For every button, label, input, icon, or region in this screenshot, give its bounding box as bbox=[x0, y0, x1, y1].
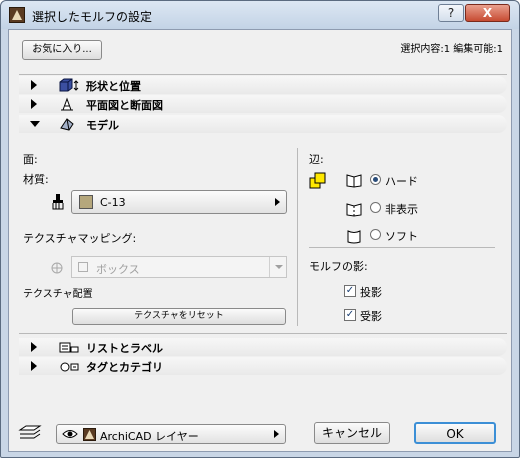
plan-section-icon bbox=[57, 96, 81, 112]
popup-arrow-icon bbox=[274, 430, 279, 438]
hidden-edge-label: 非表示 bbox=[385, 203, 418, 216]
eye-icon bbox=[62, 428, 78, 440]
material-popup[interactable]: C-13 bbox=[71, 190, 287, 214]
section-plan-section[interactable]: 平面図と断面図 bbox=[19, 95, 507, 113]
cast-shadow-label: 投影 bbox=[360, 286, 382, 299]
favorites-button[interactable]: お気に入り... bbox=[22, 40, 102, 60]
divider bbox=[19, 333, 507, 334]
brush-icon bbox=[50, 193, 66, 211]
window-title: 選択したモルフの設定 bbox=[32, 10, 153, 24]
layer-value: ArchiCAD レイヤー bbox=[100, 430, 199, 443]
section-label: モデル bbox=[86, 119, 119, 132]
section-model[interactable]: モデル bbox=[19, 115, 507, 133]
layer-popup[interactable]: ArchiCAD レイヤー bbox=[56, 424, 286, 444]
soft-edge-radio[interactable] bbox=[370, 229, 381, 240]
section-label: 形状と位置 bbox=[86, 80, 141, 93]
collapse-arrow-icon[interactable] bbox=[31, 99, 37, 109]
chevron-down-icon bbox=[269, 257, 286, 277]
material-label: 材質: bbox=[23, 173, 49, 186]
texture-mapping-select[interactable]: ボックス bbox=[71, 256, 287, 278]
divider bbox=[19, 74, 507, 75]
collapse-arrow-icon[interactable] bbox=[31, 342, 37, 352]
close-button[interactable]: X bbox=[465, 4, 510, 22]
material-value: C-13 bbox=[100, 196, 126, 209]
receive-shadow-checkbox[interactable]: ✓ bbox=[344, 309, 356, 321]
soft-edge-icon bbox=[345, 228, 363, 244]
texture-mapping-label: テクスチャマッピング: bbox=[23, 232, 137, 245]
popup-arrow-icon bbox=[275, 198, 280, 206]
texture-placement-label: テクスチャ配置 bbox=[23, 289, 93, 300]
reset-texture-button[interactable]: テクスチャをリセット bbox=[72, 308, 286, 325]
texture-mapping-value: ボックス bbox=[96, 263, 140, 276]
collapse-arrow-icon[interactable] bbox=[31, 80, 37, 90]
cube-arrow-icon bbox=[57, 77, 81, 93]
vertical-divider bbox=[297, 148, 298, 326]
section-label: タグとカテゴリ bbox=[86, 361, 163, 374]
title-bar[interactable]: 選択したモルフの設定 ? X bbox=[1, 1, 519, 29]
box-icon bbox=[78, 262, 88, 272]
soft-edge-label: ソフト bbox=[385, 230, 418, 243]
edge-type-icon bbox=[309, 172, 327, 190]
list-label-icon bbox=[57, 339, 81, 355]
archicad-app-icon bbox=[9, 7, 25, 23]
hard-edge-radio[interactable] bbox=[370, 174, 381, 185]
material-swatch bbox=[79, 195, 93, 209]
hard-edge-icon bbox=[345, 172, 363, 188]
section-tags-categories[interactable]: タグとカテゴリ bbox=[19, 357, 507, 375]
layers-icon bbox=[18, 424, 44, 442]
section-label: リストとラベル bbox=[86, 342, 163, 355]
edges-label: 辺: bbox=[309, 153, 324, 166]
face-label: 面: bbox=[23, 153, 38, 166]
section-label: 平面図と断面図 bbox=[86, 99, 163, 112]
model-shape-icon bbox=[57, 116, 81, 132]
expand-arrow-icon[interactable] bbox=[30, 121, 40, 127]
divider bbox=[309, 247, 495, 248]
receive-shadow-label: 受影 bbox=[360, 310, 382, 323]
selection-info: 選択内容:1 編集可能:1 bbox=[400, 44, 503, 55]
settings-dialog: 選択したモルフの設定 ? X お気に入り... 選択内容:1 編集可能:1 形状… bbox=[0, 0, 520, 458]
dialog-body: お気に入り... 選択内容:1 編集可能:1 形状と位置 平面図と断面図 モデル… bbox=[8, 29, 512, 452]
collapse-arrow-icon[interactable] bbox=[31, 361, 37, 371]
ok-button[interactable]: OK bbox=[414, 422, 496, 444]
archicad-layer-icon bbox=[83, 428, 96, 441]
tag-category-icon bbox=[57, 358, 81, 374]
help-button[interactable]: ? bbox=[438, 4, 464, 22]
section-listing-labeling[interactable]: リストとラベル bbox=[19, 338, 507, 356]
hard-edge-label: ハード bbox=[385, 175, 418, 188]
hidden-edge-icon bbox=[345, 201, 363, 217]
cast-shadow-checkbox[interactable]: ✓ bbox=[344, 285, 356, 297]
hidden-edge-radio[interactable] bbox=[370, 202, 381, 213]
morph-shadow-label: モルフの影: bbox=[309, 260, 368, 273]
texture-mapping-icon bbox=[49, 260, 65, 276]
cancel-button[interactable]: キャンセル bbox=[314, 422, 390, 444]
section-shape-position[interactable]: 形状と位置 bbox=[19, 76, 507, 94]
